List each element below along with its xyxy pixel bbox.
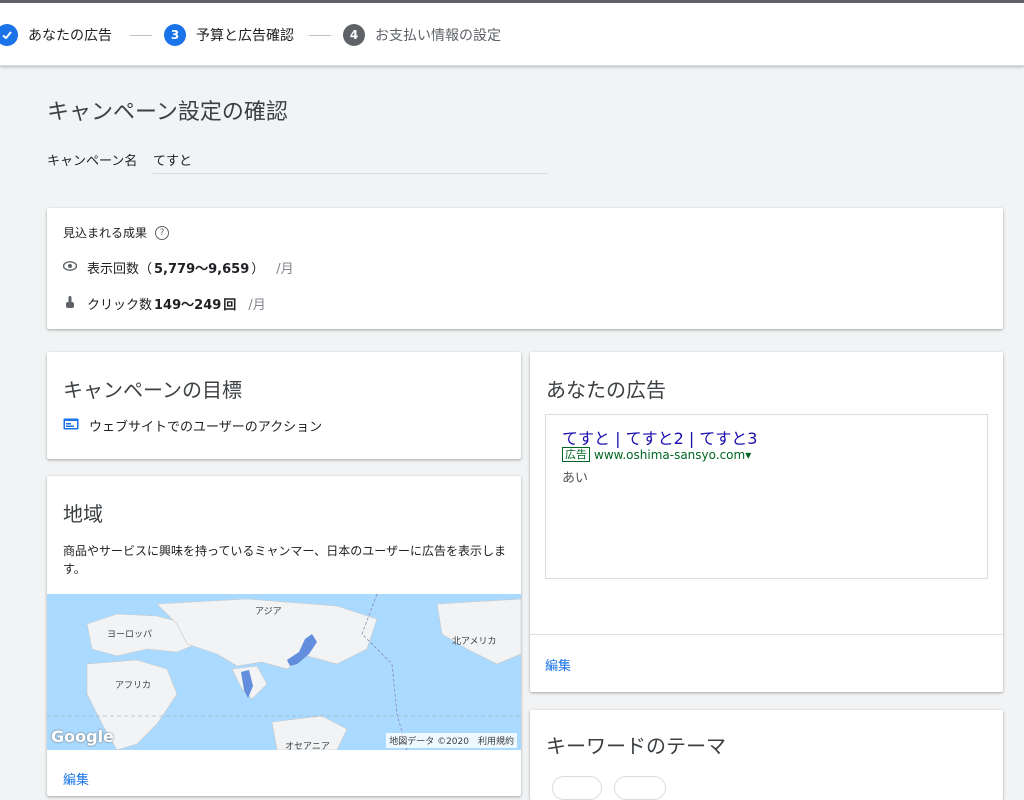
web-page-icon [63,418,79,434]
keyword-themes-title: キーワードのテーマ [546,734,726,758]
campaign-goal-card: キャンペーンの目標 ウェブサイトでのユーザーのアクション [47,352,521,459]
region-title: 地域 [63,502,103,526]
page-title: キャンペーン設定の確認 [47,100,288,125]
campaign-goal-title: キャンペーンの目標 [63,378,242,402]
map-label-oceania: オセアニア [285,742,330,750]
your-ad-title: あなたの広告 [546,378,666,402]
ad-badge: 広告 [562,447,590,462]
estimated-results-card: 見込まれる成果 ? 表示回数（ 5,779〜9,659 ） /月 クリック数 1… [47,208,1003,329]
keyword-chip[interactable] [552,776,602,800]
region-card: 地域 商品やサービスに興味を持っているミャンマー、日本のユーザーに広告を表示しま… [47,476,521,796]
google-logo: Google [51,727,114,746]
impressions-row: 表示回数（ 5,779〜9,659 ） /月 [62,258,294,277]
clicks-range: 149〜249 [154,298,222,313]
clicks-row: クリック数 149〜249 回 /月 [63,294,266,313]
touch-icon [63,295,77,313]
estimated-results-heading: 見込まれる成果 ? [63,224,170,241]
step-budget-review[interactable]: 3 予算と広告確認 [164,24,294,46]
step-connector [130,35,152,36]
map-label-africa: アフリカ [115,681,152,691]
card-divider [530,634,1003,635]
map-label-europe: ヨーロッパ [107,630,153,640]
ad-display-url: www.oshima-sansyo.com▾ [594,447,752,462]
region-description: 商品やサービスに興味を持っているミャンマー、日本のユーザーに広告を表示します。 [63,544,507,576]
check-icon [0,24,18,46]
campaign-name-label: キャンペーン名 [47,154,138,169]
ad-headline: てすと | てすと2 | てすと3 [562,429,758,448]
step-your-ad[interactable]: あなたの広告 [0,24,112,46]
region-map[interactable]: アジア ヨーロッパ アフリカ 北アメリカ オセアニア Google 地図データ … [47,594,521,750]
impressions-range: 5,779〜9,659 [154,262,250,277]
your-ad-card: あなたの広告 てすと | てすと2 | てすと3 広告 www.oshima-s… [530,352,1003,692]
region-edit-link[interactable]: 編集 [63,769,89,788]
step-number: 3 [164,24,186,46]
campaign-name-value[interactable]: てすと [153,150,192,169]
campaign-name-underline [153,173,548,174]
top-border [0,0,1024,3]
step-label: 予算と広告確認 [196,28,294,44]
map-label-north-america: 北アメリカ [452,637,497,647]
help-circle-icon[interactable]: ? [155,225,170,240]
eye-icon [62,260,78,275]
keyword-chip[interactable] [614,776,666,800]
progress-stepper: あなたの広告 3 予算と広告確認 4 お支払い情報の設定 [0,0,1024,66]
keyword-themes-card: キーワードのテーマ [530,710,1003,800]
ad-edit-link[interactable]: 編集 [545,655,571,674]
map-label-asia: アジア [255,607,282,617]
goal-item: ウェブサイトでのユーザーのアクション [63,416,322,435]
step-label: お支払い情報の設定 [375,28,501,44]
step-payment-info[interactable]: 4 お支払い情報の設定 [343,24,501,46]
ad-description: あい [562,471,589,486]
ad-url-row: 広告 www.oshima-sansyo.com▾ [562,447,751,462]
step-number: 4 [343,24,365,46]
ad-preview: てすと | てすと2 | てすと3 広告 www.oshima-sansyo.c… [545,414,988,579]
world-map-graphic [47,594,521,750]
map-attribution[interactable]: 地図データ ©2020 利用規約 [386,733,517,748]
step-connector [309,35,331,36]
step-label: あなたの広告 [28,28,112,44]
